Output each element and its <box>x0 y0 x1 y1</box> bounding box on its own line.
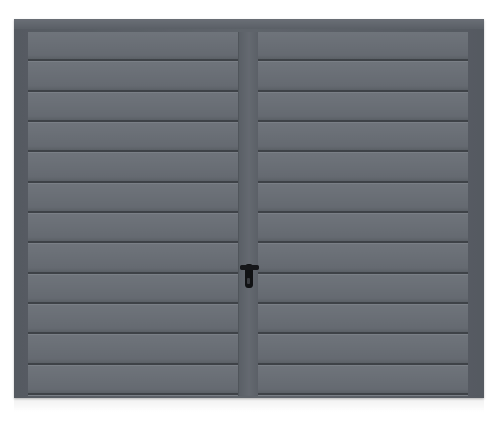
door-panel <box>28 244 238 277</box>
handle-lever-icon <box>240 265 259 270</box>
left-door-leaf <box>28 32 238 396</box>
door-handle <box>238 258 262 288</box>
door-frame <box>14 19 484 398</box>
door-panel <box>28 123 238 155</box>
door-panel <box>28 62 238 95</box>
door-panel <box>28 365 238 396</box>
door-panel <box>258 92 468 125</box>
frame-header <box>14 19 484 29</box>
door-panel <box>28 183 238 216</box>
door-panel <box>258 183 468 216</box>
door-panel <box>28 335 238 368</box>
door-panel <box>258 365 468 396</box>
door-panel <box>28 305 238 337</box>
keyhole-icon <box>247 278 250 284</box>
door-panel <box>258 62 468 95</box>
center-stile <box>238 32 260 396</box>
door-panel <box>28 214 238 246</box>
door-panel <box>258 214 468 246</box>
floor-shadow <box>14 398 484 412</box>
door-panel <box>258 305 468 337</box>
right-door-leaf <box>258 32 468 396</box>
door-panel <box>258 244 468 277</box>
door-panel <box>258 153 468 186</box>
door-panel <box>258 274 468 307</box>
door-panel <box>28 32 238 64</box>
door-panel <box>258 123 468 155</box>
door-panel <box>258 32 468 64</box>
door-panel <box>258 335 468 368</box>
door-panel <box>28 274 238 307</box>
door-panel <box>28 92 238 125</box>
product-photo <box>0 0 500 430</box>
door-panel <box>28 153 238 186</box>
